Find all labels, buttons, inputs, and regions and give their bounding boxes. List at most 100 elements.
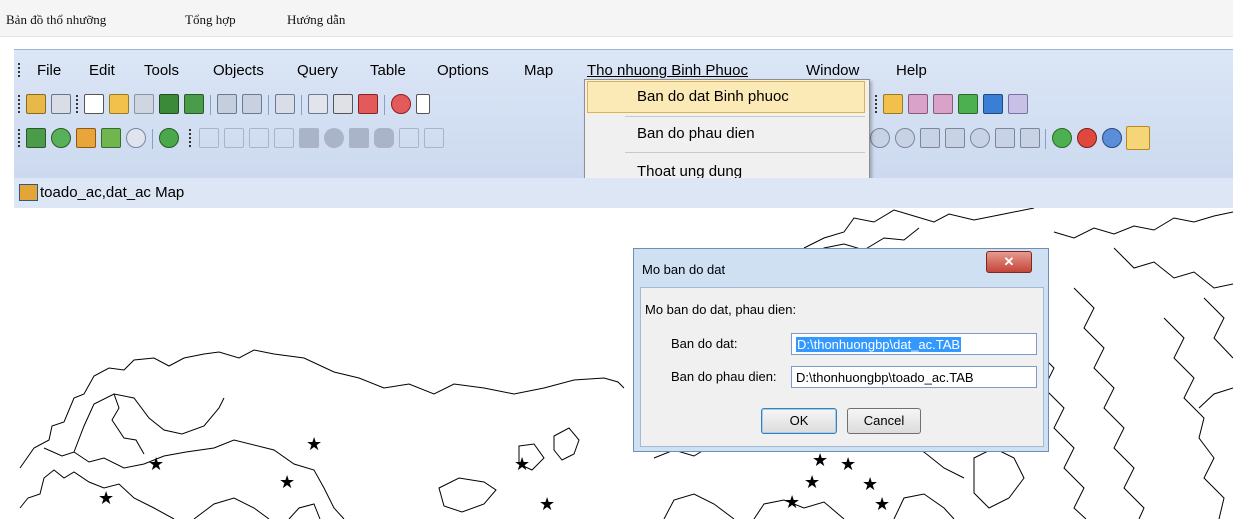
menu-tho-nhuong-binh-phuoc[interactable]: Tho nhuong Binh Phuoc <box>587 62 748 79</box>
new-icon[interactable] <box>84 94 104 114</box>
target-icon[interactable] <box>126 128 146 148</box>
menu-query[interactable]: Query <box>297 62 338 79</box>
info-icon[interactable] <box>995 128 1015 148</box>
dialog-prompt: Mo ban do dat, phau dien: <box>645 302 797 317</box>
rectangle-icon[interactable] <box>349 128 369 148</box>
dialog-title: Mo ban do dat <box>642 262 726 277</box>
zoom-out-icon[interactable] <box>1077 128 1097 148</box>
menu-file[interactable]: File <box>37 62 61 79</box>
change-view-icon[interactable] <box>1102 128 1122 148</box>
menu-tong-hop[interactable]: Tổng hợp <box>185 12 236 28</box>
polygon-icon[interactable] <box>299 128 319 148</box>
ban-do-dat-label: Ban do dat: <box>671 336 738 351</box>
map-point-marker: ★ <box>98 488 114 509</box>
separator <box>301 95 302 115</box>
menu-tools[interactable]: Tools <box>144 62 179 79</box>
layout-icon[interactable] <box>308 94 328 114</box>
map-icon[interactable] <box>159 94 179 114</box>
map-window-titlebar[interactable]: toado_ac,dat_ac Map <box>14 178 1233 208</box>
toolbar-grip[interactable] <box>76 95 79 113</box>
map-point-marker: ★ <box>539 494 555 515</box>
close-icon[interactable] <box>134 94 154 114</box>
copy-icon[interactable] <box>416 94 430 114</box>
menubar-grip[interactable] <box>18 63 21 78</box>
menu-item-ban-do-phau-dien[interactable]: Ban do phau dien <box>637 125 755 142</box>
separator <box>268 95 269 115</box>
theme-icon[interactable] <box>76 128 96 148</box>
layer-control-icon[interactable] <box>26 128 46 148</box>
print-preview-icon[interactable] <box>358 94 378 114</box>
web-icon[interactable] <box>159 128 179 148</box>
text-icon[interactable] <box>399 128 419 148</box>
map-window-icon <box>19 184 38 201</box>
ban-do-dat-field[interactable]: D:\thonhuongbp\dat_ac.TAB <box>791 333 1037 355</box>
menu-help[interactable]: Help <box>896 62 927 79</box>
toolbar-grip[interactable] <box>18 129 21 147</box>
grabber-icon[interactable] <box>1126 126 1150 150</box>
label-icon[interactable] <box>1020 128 1040 148</box>
print-icon[interactable] <box>333 94 353 114</box>
redistrict-icon[interactable] <box>983 94 1003 114</box>
chart-icon[interactable] <box>101 128 121 148</box>
menu-map[interactable]: Map <box>524 62 553 79</box>
map-point-marker: ★ <box>784 492 800 513</box>
line-icon[interactable] <box>224 128 244 148</box>
ban-do-phau-dien-label: Ban do phau dien: <box>671 369 777 384</box>
toolbar-grip[interactable] <box>18 95 21 113</box>
arc-icon[interactable] <box>274 128 294 148</box>
menu-objects[interactable]: Objects <box>213 62 264 79</box>
separator <box>384 95 385 115</box>
menu-ban-do-tho-nhuong[interactable]: Bản đồ thổ nhưỡng <box>6 12 106 28</box>
marquee-select-icon[interactable] <box>970 128 990 148</box>
mo-ban-do-dat-dialog: Mo ban do dat ✕ Mo ban do dat, phau dien… <box>633 248 1049 452</box>
menu-edit[interactable]: Edit <box>89 62 115 79</box>
dialog-close-button[interactable]: ✕ <box>986 251 1032 273</box>
legend-icon[interactable] <box>908 94 928 114</box>
separator <box>1045 129 1046 149</box>
new-window-icon[interactable] <box>275 94 295 114</box>
polygon-select-icon[interactable] <box>920 128 940 148</box>
save-as-icon[interactable] <box>242 94 262 114</box>
clear-icon[interactable] <box>1008 94 1028 114</box>
map-window-title: toado_ac,dat_ac Map <box>40 184 185 201</box>
radius-select-icon[interactable] <box>895 128 915 148</box>
symbol-icon[interactable] <box>199 128 219 148</box>
map-point-marker: ★ <box>514 454 530 475</box>
table-icon[interactable] <box>883 94 903 114</box>
menu-separator <box>625 152 865 153</box>
toolbar-grip[interactable] <box>875 95 878 113</box>
ellipse-icon[interactable] <box>324 128 344 148</box>
menu-huong-dan[interactable]: Hướng dẫn <box>287 12 345 28</box>
toolbar-grip[interactable] <box>189 129 192 147</box>
rounded-rect-icon[interactable] <box>374 128 394 148</box>
ban-do-phau-dien-field[interactable]: D:\thonhuongbp\toado_ac.TAB <box>791 366 1037 388</box>
cut-icon[interactable] <box>391 94 411 114</box>
browser-icon[interactable] <box>958 94 978 114</box>
ban-do-phau-dien-value: D:\thonhuongbp\toado_ac.TAB <box>796 370 974 385</box>
graph2-icon[interactable] <box>933 94 953 114</box>
cancel-button[interactable]: Cancel <box>847 408 921 434</box>
frame-icon[interactable] <box>424 128 444 148</box>
app-top-menu: Bản đồ thổ nhưỡng Tổng hợp Hướng dẫn <box>0 0 1233 37</box>
map-point-marker: ★ <box>148 454 164 475</box>
globe-icon[interactable] <box>51 128 71 148</box>
menu-table[interactable]: Table <box>370 62 406 79</box>
ok-button[interactable]: OK <box>761 408 837 434</box>
map-canvas[interactable]: ★ ★ ★ ★ ★ ★ ★ ★ ★ ★ ★ ★ <box>14 207 1233 520</box>
open-workspace-icon[interactable] <box>51 94 71 114</box>
separator <box>210 95 211 115</box>
menu-options[interactable]: Options <box>437 62 489 79</box>
open-icon[interactable] <box>109 94 129 114</box>
map-point-marker: ★ <box>306 434 322 455</box>
select-icon[interactable] <box>870 128 890 148</box>
boundary-select-icon[interactable] <box>945 128 965 148</box>
tho-nhuong-dropdown: Ban do dat Binh phuoc Ban do phau dien T… <box>584 79 870 189</box>
zoom-in-icon[interactable] <box>1052 128 1072 148</box>
menu-window[interactable]: Window <box>806 62 859 79</box>
dialog-body: Mo ban do dat, phau dien: Ban do dat: D:… <box>640 287 1044 447</box>
graph-icon[interactable] <box>184 94 204 114</box>
menu-item-ban-do-dat-binh-phuoc[interactable]: Ban do dat Binh phuoc <box>637 88 789 105</box>
open-table-icon[interactable] <box>26 94 46 114</box>
save-icon[interactable] <box>217 94 237 114</box>
polyline-icon[interactable] <box>249 128 269 148</box>
